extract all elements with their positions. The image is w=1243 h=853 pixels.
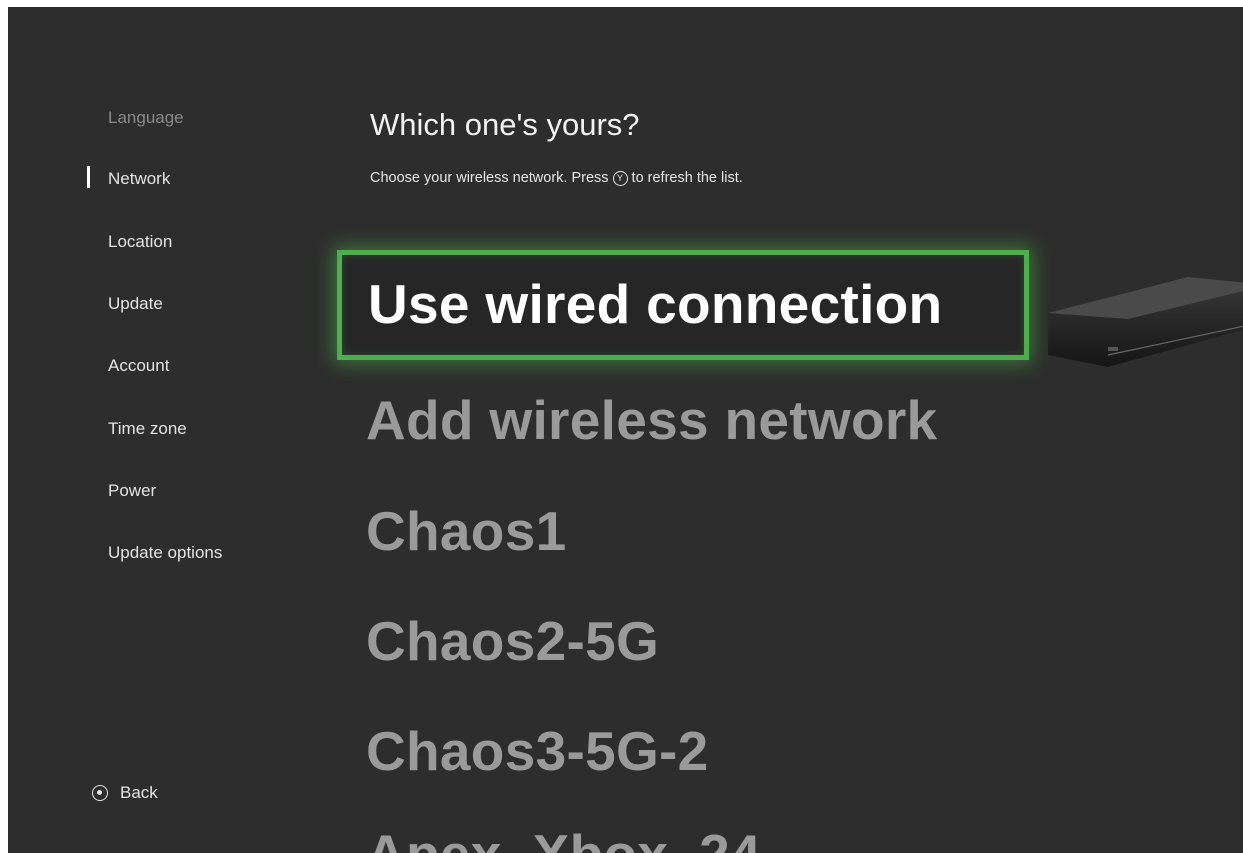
step-time-zone[interactable]: Time zone: [108, 419, 187, 439]
back-button[interactable]: Back: [92, 783, 158, 803]
subtitle-text-after: to refresh the list.: [631, 170, 743, 186]
step-location[interactable]: Location: [108, 232, 172, 252]
network-option-wired[interactable]: Use wired connection: [337, 250, 1029, 360]
page-title: Which one's yours?: [370, 107, 640, 142]
page-subtitle: Choose your wireless network. Press Y to…: [370, 170, 743, 186]
console-illustration-icon: [1048, 277, 1243, 367]
step-language[interactable]: Language: [108, 108, 184, 128]
back-label: Back: [120, 783, 158, 802]
network-option-chaos2-5g[interactable]: Chaos2-5G: [366, 609, 659, 673]
network-option-chaos3-5g-2[interactable]: Chaos3-5G-2: [366, 719, 709, 783]
network-option-chaos1[interactable]: Chaos1: [366, 499, 566, 563]
setup-steps-sidebar: Language Network Location Update Account…: [8, 7, 308, 853]
step-update[interactable]: Update: [108, 294, 163, 314]
step-power[interactable]: Power: [108, 481, 156, 501]
b-button-icon: [92, 785, 108, 801]
step-account[interactable]: Account: [108, 356, 169, 376]
setup-screen: Language Network Location Update Account…: [8, 7, 1243, 853]
step-update-options[interactable]: Update options: [108, 543, 222, 563]
step-network[interactable]: Network: [108, 169, 170, 189]
network-option-apex-xbox-24[interactable]: Apex_Xbox_24: [366, 822, 761, 853]
current-step-indicator: [87, 166, 90, 188]
y-button-icon: Y: [612, 170, 628, 186]
subtitle-text-before: Choose your wireless network. Press: [370, 170, 609, 186]
network-option-add-wireless[interactable]: Add wireless network: [366, 388, 937, 452]
